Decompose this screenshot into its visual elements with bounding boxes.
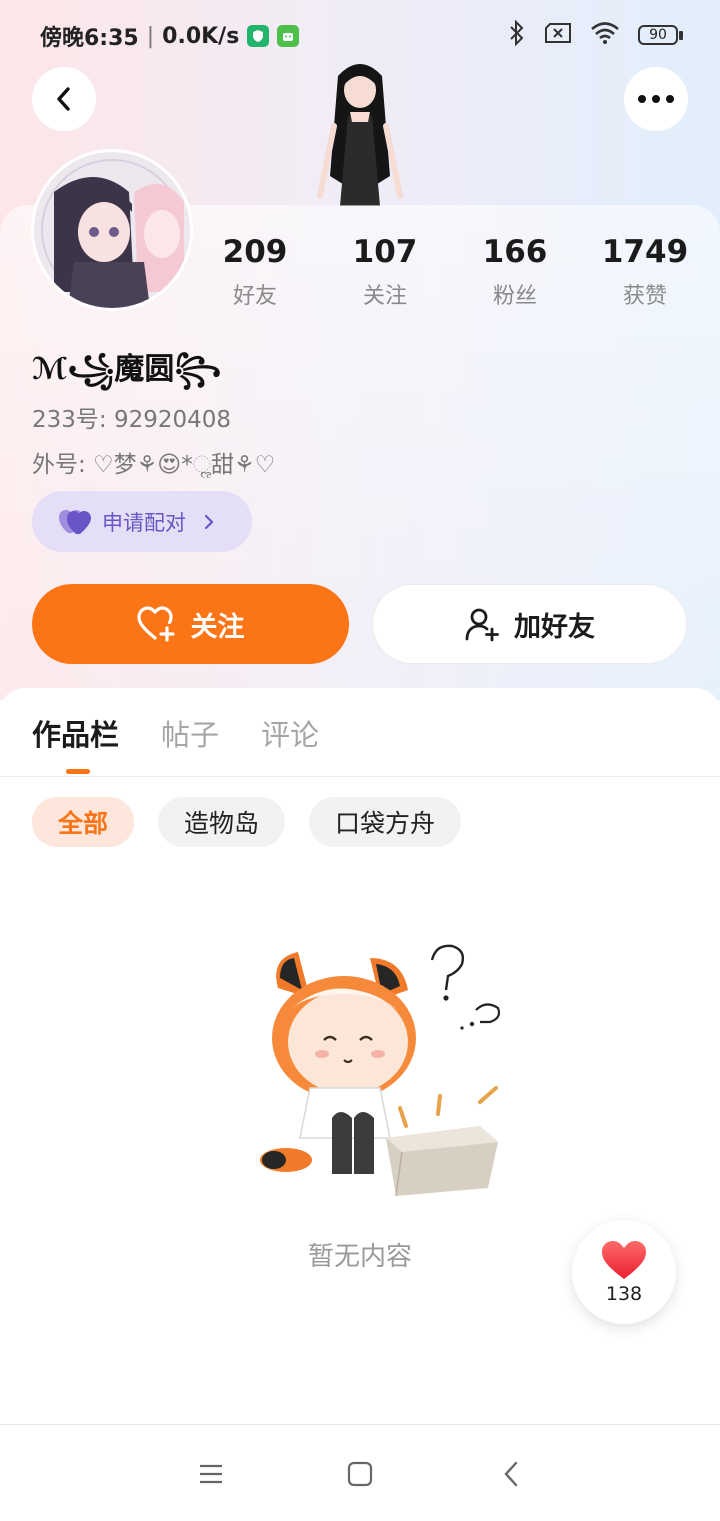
tab-divider	[0, 776, 720, 777]
system-back-button[interactable]	[496, 1459, 526, 1489]
like-count: 138	[605, 1283, 643, 1305]
stat-value: 166	[482, 234, 548, 270]
filter-creation-island[interactable]: 造物岛	[158, 797, 286, 847]
battery-icon: 90	[638, 25, 684, 47]
follow-label: 关注	[190, 611, 245, 643]
avatar[interactable]	[34, 152, 190, 308]
stat-label: 好友	[232, 284, 277, 309]
android-app-icon	[277, 25, 300, 47]
menu-button[interactable]	[196, 1459, 226, 1489]
back-icon	[57, 87, 70, 111]
heart-icon	[602, 1241, 646, 1279]
heart-plus-icon	[136, 606, 175, 642]
status-time: 傍晚6:35	[40, 26, 139, 51]
floating-like-button[interactable]: 138	[572, 1220, 676, 1324]
more-icon	[638, 95, 674, 103]
stat-label: 粉丝	[492, 284, 537, 309]
menu-icon	[200, 1464, 222, 1484]
stat-friends[interactable]: 209 好友	[190, 232, 320, 310]
stat-value: 209	[222, 234, 288, 270]
home-square-icon	[347, 1461, 373, 1487]
home-button[interactable]	[345, 1459, 375, 1489]
filter-pocket-ark[interactable]: 口袋方舟	[309, 797, 462, 847]
stat-label: 获赞	[622, 284, 667, 309]
bluetooth-icon	[508, 19, 526, 52]
add-user-icon	[465, 608, 499, 642]
active-tab-indicator	[66, 769, 90, 774]
nickname: ℳ꧁魔圆꧂	[32, 352, 222, 387]
empty-state-illustration	[240, 938, 510, 1198]
stat-likes[interactable]: 1749 获赞	[580, 232, 710, 310]
profile-stats: 209 好友 107 关注 166 粉丝 1749 获赞	[190, 232, 710, 310]
request-pair-button[interactable]: 申请配对	[32, 491, 252, 552]
filter-chips: 全部 造物岛 口袋方舟	[32, 797, 462, 847]
content-tabs: 作品栏 帖子 评论	[32, 712, 319, 754]
wifi-icon	[590, 21, 620, 51]
stat-following[interactable]: 107 关注	[320, 232, 450, 310]
more-button[interactable]	[624, 67, 688, 131]
avatar-figure-image	[300, 56, 420, 206]
tab-works[interactable]: 作品栏	[32, 712, 119, 754]
tab-comments[interactable]: 评论	[261, 712, 319, 754]
network-speed: 0.0K/s	[162, 23, 240, 49]
double-heart-icon	[59, 509, 91, 534]
stat-label: 关注	[362, 284, 407, 309]
add-friend-button[interactable]: 加好友	[372, 584, 687, 664]
user-id: 233号: 92920408	[32, 407, 232, 433]
add-friend-label: 加好友	[514, 611, 595, 643]
battery-level: 90	[649, 27, 667, 43]
vpn-shield-icon	[247, 25, 270, 47]
chevron-right-icon	[204, 514, 214, 529]
back-button[interactable]	[32, 67, 96, 131]
follow-button[interactable]: 关注	[32, 584, 349, 664]
stat-fans[interactable]: 166 粉丝	[450, 232, 580, 310]
no-sim-icon	[544, 22, 572, 50]
request-pair-label: 申请配对	[102, 510, 186, 535]
filter-all[interactable]: 全部	[32, 797, 135, 847]
back-arrow-icon	[504, 1461, 518, 1487]
user-alias: 外号: ♡梦⚘😍*ૢ甜⚘♡	[32, 452, 276, 478]
system-navigation-bar	[0, 1424, 720, 1521]
stat-value: 107	[352, 234, 418, 270]
tab-posts[interactable]: 帖子	[161, 712, 219, 754]
stat-value: 1749	[601, 234, 689, 270]
